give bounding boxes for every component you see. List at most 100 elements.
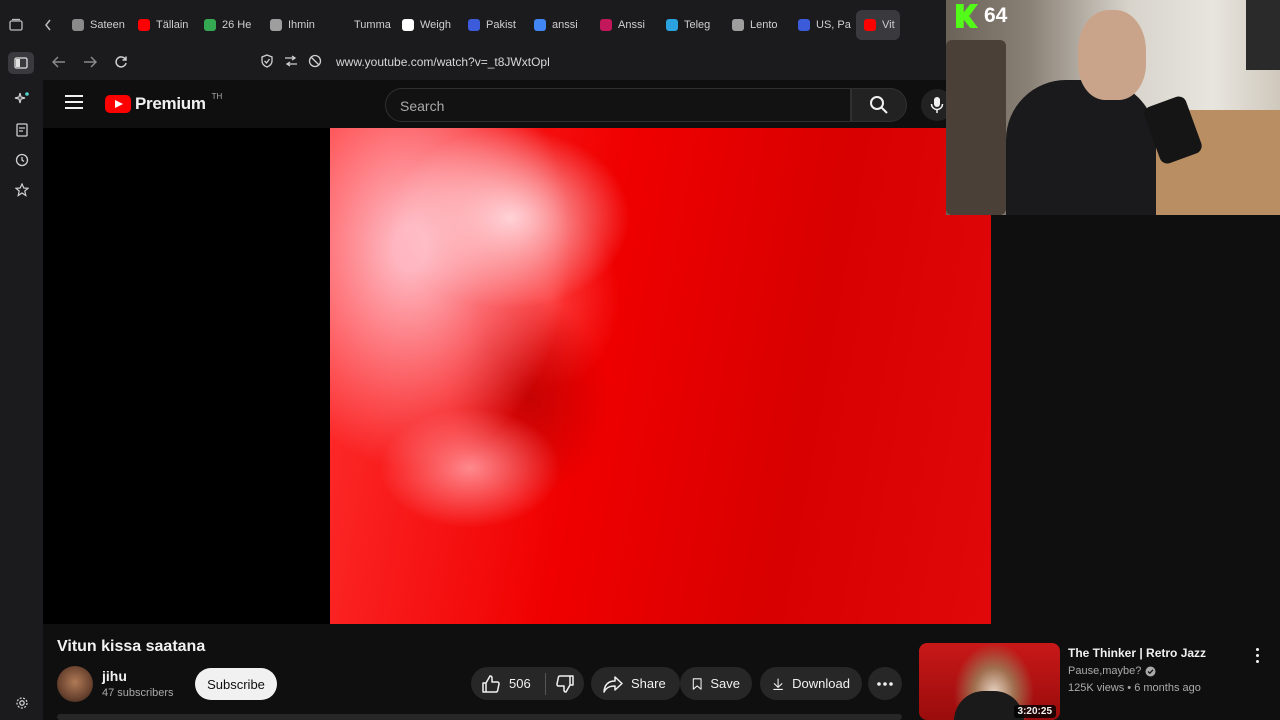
tab-label: 26 He xyxy=(222,19,252,31)
recommended-title[interactable]: The Thinker | Retro Jazz xyxy=(1068,646,1206,660)
url-icons xyxy=(260,53,322,71)
browser-tab[interactable]: Weigh xyxy=(394,10,460,40)
recommended-channel-row: Pause,maybe? xyxy=(1068,665,1156,677)
ai-sparkle-icon[interactable] xyxy=(12,89,32,109)
more-actions-button[interactable] xyxy=(868,667,902,700)
subscribe-button[interactable]: Subscribe xyxy=(195,668,277,700)
kick-logo-icon xyxy=(956,4,978,28)
tab-favicon-icon xyxy=(732,19,744,31)
save-label: Save xyxy=(710,676,740,691)
tab-label: Tällain xyxy=(156,19,189,31)
share-label: Share xyxy=(631,676,666,691)
share-button[interactable]: Share xyxy=(591,667,680,700)
channel-name[interactable]: jihu xyxy=(102,668,127,684)
search-input[interactable]: Search xyxy=(385,88,851,122)
recommended-more-icon[interactable] xyxy=(1248,645,1266,665)
settings-gear-icon[interactable] xyxy=(12,693,32,713)
tab-favicon-icon xyxy=(864,19,876,31)
browser-sidebar xyxy=(0,50,43,720)
channel-subscribers: 47 subscribers xyxy=(102,687,174,699)
browser-tab[interactable]: Teleg xyxy=(658,10,724,40)
history-icon[interactable] xyxy=(12,150,32,170)
browser-tab[interactable]: Tumma Sä xyxy=(328,10,394,40)
browser-tab[interactable]: Anssi xyxy=(592,10,658,40)
browser-tab[interactable]: anssi xyxy=(526,10,592,40)
thumbs-down-icon xyxy=(556,674,574,693)
tab-favicon-icon xyxy=(138,19,150,31)
tab-favicon-icon xyxy=(270,19,282,31)
security-shield-icon[interactable] xyxy=(260,53,274,71)
tracking-blocked-icon[interactable] xyxy=(308,54,322,71)
sidebar-toggle-icon[interactable] xyxy=(8,52,34,74)
tab-favicon-icon xyxy=(336,19,348,31)
description-box-edge xyxy=(57,714,902,720)
country-code: TH xyxy=(211,91,223,101)
tab-favicon-icon xyxy=(600,19,612,31)
tab-favicon-icon xyxy=(666,19,678,31)
reload-icon[interactable] xyxy=(105,47,136,77)
recommended-thumbnail[interactable]: 3:20:25 xyxy=(919,643,1060,720)
channel-avatar[interactable] xyxy=(57,666,93,702)
save-button[interactable]: Save xyxy=(680,667,752,700)
tab-favicon-icon xyxy=(72,19,84,31)
tab-label: anssi xyxy=(552,19,578,31)
search-button[interactable] xyxy=(851,88,907,122)
browser-tab[interactable]: Sateen xyxy=(64,10,130,40)
bookmarks-star-icon[interactable] xyxy=(12,180,32,200)
tabs: Sateen Tällain 26 He Ihmin Tumma Sä Weigh Paki… xyxy=(64,10,900,40)
site-settings-icon[interactable] xyxy=(284,54,298,71)
streamer-webcam-overlay: 64 xyxy=(946,0,1280,215)
tab-favicon-icon xyxy=(402,19,414,31)
download-button[interactable]: Download xyxy=(760,667,862,700)
menu-icon[interactable] xyxy=(65,95,83,109)
more-horizontal-icon xyxy=(877,681,893,686)
browser-tab[interactable]: US, Pa xyxy=(790,10,856,40)
like-count: 506 xyxy=(509,676,531,691)
viewer-count-badge: 64 xyxy=(956,4,1007,28)
streamer-head xyxy=(1078,10,1146,100)
tab-label: Pakist xyxy=(486,19,516,31)
microphone-icon xyxy=(930,97,944,113)
forward-icon[interactable] xyxy=(74,47,105,77)
viewer-count: 64 xyxy=(984,4,1008,27)
tab-favicon-icon xyxy=(798,19,810,31)
tab-label: Teleg xyxy=(684,19,711,31)
browser-tab[interactable]: Pakist xyxy=(460,10,526,40)
reading-list-icon[interactable] xyxy=(12,120,32,140)
tab-label: Ihmin xyxy=(288,19,315,31)
address-bar: www.youtube.com/watch?v=_t8JWxtOpl xyxy=(43,44,946,80)
bookmark-icon xyxy=(692,677,702,690)
streamer xyxy=(976,10,1156,215)
url-text[interactable]: www.youtube.com/watch?v=_t8JWxtOpl xyxy=(336,55,550,69)
tab-favicon-icon xyxy=(204,19,216,31)
scroll-tabs-left-icon[interactable] xyxy=(32,0,64,50)
tab-favicon-icon xyxy=(468,19,480,31)
tab-manager-icon[interactable] xyxy=(0,0,32,50)
recommended-channel[interactable]: Pause,maybe? xyxy=(1068,665,1141,677)
verified-icon xyxy=(1145,666,1156,676)
back-icon[interactable] xyxy=(43,47,74,77)
youtube-play-icon xyxy=(105,95,131,113)
browser-tab[interactable]: Ihmin xyxy=(262,10,328,40)
tab-strip: Sateen Tällain 26 He Ihmin Tumma Sä Weigh Paki… xyxy=(0,0,946,50)
video-player[interactable] xyxy=(330,128,991,624)
recommended-meta: 125K views • 6 months ago xyxy=(1068,682,1201,694)
youtube-header: Premium TH Search xyxy=(43,80,953,128)
tab-label: US, Pa xyxy=(816,19,851,31)
download-icon xyxy=(773,678,783,690)
like-button[interactable]: 506 xyxy=(471,674,545,694)
share-icon xyxy=(603,675,623,693)
like-dislike-group: 506 xyxy=(471,667,584,700)
browser-tab[interactable]: Vit xyxy=(856,10,900,40)
logo-text: Premium xyxy=(135,94,206,113)
download-label: Download xyxy=(792,676,850,691)
browser-tab[interactable]: Tällain xyxy=(130,10,196,40)
browser-tab[interactable]: 26 He xyxy=(196,10,262,40)
video-title: Vitun kissa saatana xyxy=(57,638,206,655)
streamer-shirt xyxy=(1006,80,1156,215)
tab-favicon-icon xyxy=(534,19,546,31)
dislike-button[interactable] xyxy=(546,674,584,694)
youtube-premium-logo[interactable]: Premium TH xyxy=(105,91,223,114)
tab-label: Lento xyxy=(750,19,778,31)
browser-tab[interactable]: Lento xyxy=(724,10,790,40)
